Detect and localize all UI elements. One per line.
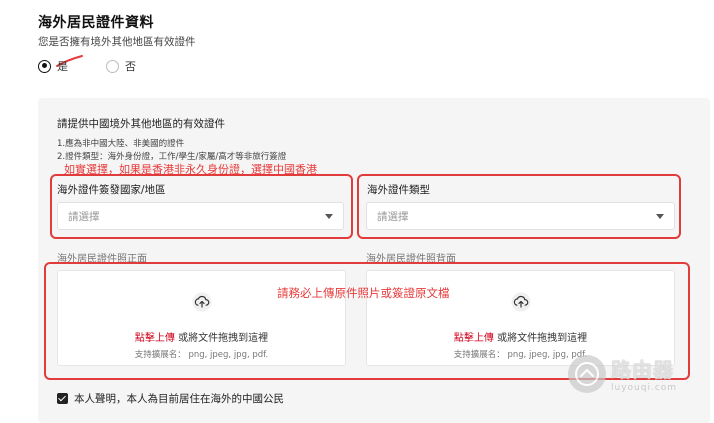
select-hint-annotation: 如實選擇，如果是香港非永久身份證，選擇中國香港 [64, 163, 317, 176]
note-1: 1.應為非中國大陸、非美國的證件 [57, 139, 185, 149]
watermark-sub-text: luyouqi.com [611, 383, 678, 393]
router-logo-icon [568, 354, 606, 393]
radio-yes[interactable]: 是 [38, 58, 68, 74]
radio-no-indicator[interactable] [106, 59, 119, 73]
radio-no[interactable]: 否 [106, 58, 136, 74]
section-title: 請提供中國境外其他地區的有效證件 [57, 118, 225, 130]
has-documents-radio-group: 是 否 [38, 58, 160, 74]
watermark: 路由器 luyouqi.com [568, 354, 677, 393]
radio-yes-label: 是 [57, 60, 68, 73]
watermark-main-text: 路由器 [611, 358, 674, 382]
question-text: 您是否擁有境外其他地區有效證件 [38, 36, 196, 48]
agreement-checkbox[interactable] [57, 393, 68, 404]
annotation-box-country [50, 174, 353, 239]
agreement-text: 本人聲明，本人為目前居住在海外的中國公民 [74, 393, 284, 405]
page-title: 海外居民證件資料 [38, 15, 154, 31]
radio-yes-indicator[interactable] [38, 59, 51, 73]
annotation-box-type [357, 174, 681, 239]
radio-no-label: 否 [125, 60, 136, 73]
upload-hint-annotation: 請務必上傳原件照片或簽證原文檔 [277, 286, 450, 300]
agreement-checkbox-row[interactable]: 本人聲明，本人為目前居住在海外的中國公民 [57, 391, 284, 406]
